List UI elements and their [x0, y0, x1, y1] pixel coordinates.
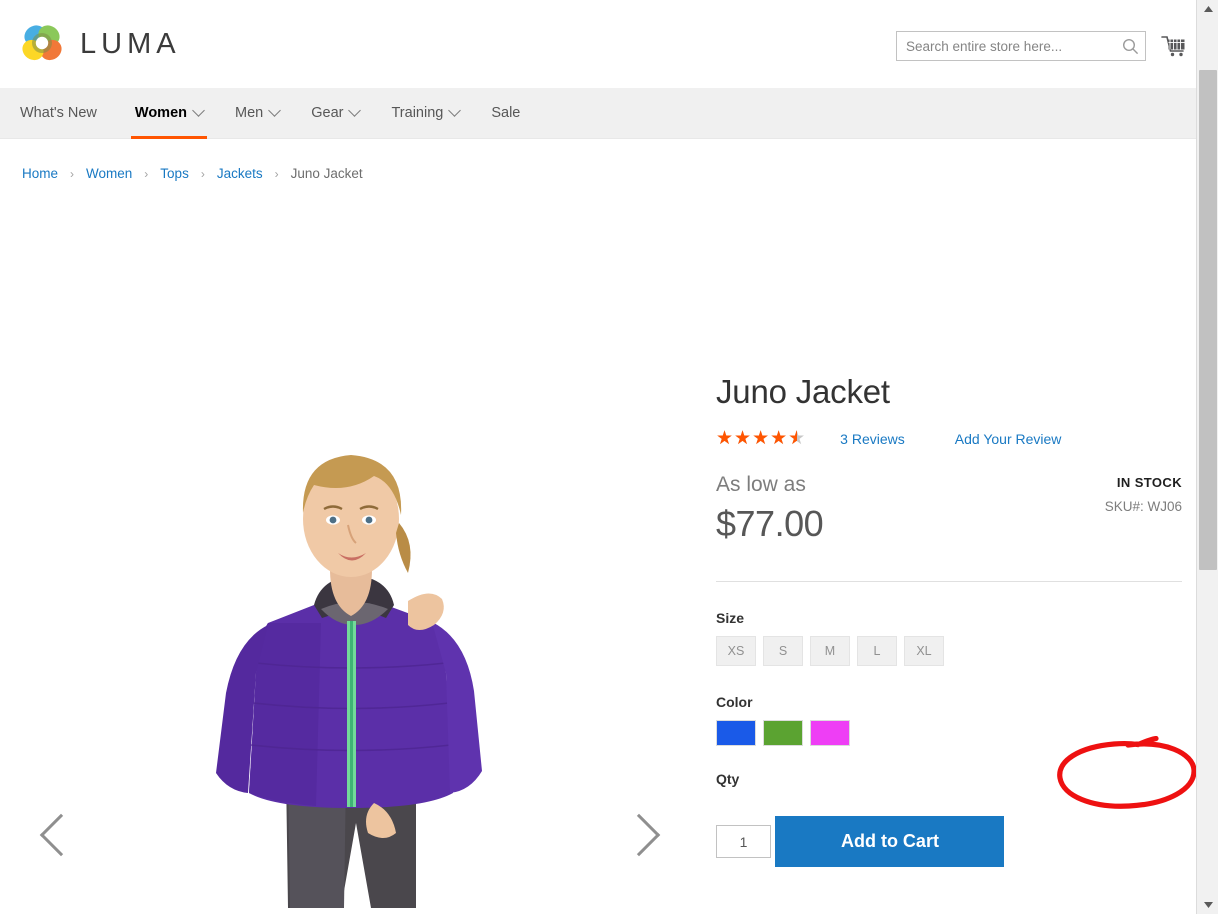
- breadcrumb-item-current: Juno Jacket: [290, 166, 363, 181]
- page-viewport: LUMA Search entire store here... What's …: [0, 0, 1196, 914]
- add-review-link[interactable]: Add Your Review: [955, 431, 1062, 447]
- nav-label: Training: [391, 105, 444, 121]
- chevron-down-icon: [268, 104, 282, 117]
- rating-row: ★★★★★ ★★★★★ 3 Reviews Add Your Review: [716, 429, 1182, 449]
- chevron-down-icon: [448, 104, 462, 117]
- nav-label: Gear: [311, 105, 344, 121]
- chevron-left-icon: [39, 813, 83, 857]
- product-sku: SKU#: WJ06: [1104, 498, 1182, 514]
- nav-item-training[interactable]: Training: [375, 88, 475, 139]
- nav-label: Men: [235, 105, 264, 121]
- product-info: Juno Jacket ★★★★★ ★★★★★ 3 Reviews Add Yo…: [716, 373, 1182, 914]
- star-rating[interactable]: ★★★★★ ★★★★★: [716, 429, 806, 449]
- search-input[interactable]: [897, 38, 1115, 54]
- breadcrumb-item-tops[interactable]: Tops: [160, 166, 189, 181]
- nav-label: What's New: [20, 105, 97, 121]
- nav-item-whats-new[interactable]: What's New: [20, 88, 119, 139]
- size-swatch-xl[interactable]: XL: [904, 635, 944, 666]
- breadcrumb-item-home[interactable]: Home: [22, 166, 58, 181]
- size-swatch-list: XS S M L XL: [716, 635, 1182, 666]
- color-swatch-list: [716, 719, 1182, 746]
- chevron-down-icon: [192, 104, 205, 117]
- vertical-scrollbar[interactable]: [1196, 0, 1218, 914]
- luma-flower-logo-icon: [22, 25, 62, 61]
- qty-label: Qty: [716, 770, 740, 787]
- nav-label: Women: [134, 105, 188, 121]
- quantity-stepper[interactable]: [716, 825, 771, 859]
- size-swatch-xs[interactable]: XS: [716, 635, 756, 666]
- chevron-down-icon: [348, 104, 362, 117]
- main-navigation: What's New Women Men Gear Training Sale: [0, 88, 1196, 139]
- search-icon[interactable]: [1115, 32, 1145, 60]
- product-page: LUMA Search entire store here... What's …: [0, 0, 1218, 914]
- site-logo[interactable]: LUMA: [20, 22, 181, 66]
- gallery-stage[interactable]: [0, 373, 700, 908]
- gallery-prev-button[interactable]: [39, 807, 83, 865]
- page-title: Juno Jacket: [716, 373, 890, 410]
- shopping-cart-icon[interactable]: [1158, 32, 1188, 62]
- breadcrumb-separator: ›: [70, 166, 75, 181]
- status-badge: IN STOCK: [1116, 474, 1182, 490]
- divider: [716, 580, 1182, 582]
- size-swatch-l[interactable]: L: [857, 635, 897, 666]
- nav-item-sale[interactable]: Sale: [475, 88, 536, 139]
- size-swatch-m[interactable]: M: [810, 635, 850, 666]
- breadcrumb-item-women[interactable]: Women: [86, 166, 132, 181]
- stock-block: IN STOCK SKU#: WJ06: [1105, 475, 1182, 514]
- nav-item-women[interactable]: Women: [119, 88, 219, 139]
- scroll-up-arrow-icon: [1203, 6, 1213, 12]
- chevron-right-icon: [617, 813, 661, 857]
- color-swatch-purple[interactable]: [810, 719, 850, 746]
- breadcrumb: Home › Women › Tops › Jackets › Juno Jac…: [0, 139, 1196, 181]
- stars-filled: ★★★★★: [716, 428, 797, 448]
- nav-item-men[interactable]: Men: [219, 88, 295, 139]
- breadcrumb-separator: ›: [274, 166, 279, 181]
- nav-item-gear[interactable]: Gear: [295, 88, 375, 139]
- product-main-image[interactable]: [116, 373, 586, 908]
- breadcrumb-separator: ›: [200, 166, 205, 181]
- add-to-cart-button[interactable]: Add to Cart: [775, 815, 1005, 867]
- reviews-count-link[interactable]: 3 Reviews: [840, 431, 905, 447]
- product-gallery: Juno Jacket: [0, 373, 700, 908]
- color-label: Color: [716, 693, 753, 710]
- scrollbar-down-button[interactable]: [1197, 896, 1218, 914]
- scrollbar-up-button[interactable]: [1197, 0, 1218, 18]
- scroll-down-arrow-icon: [1203, 902, 1213, 908]
- price-block: As low as $77.00 IN STOCK SKU#: WJ06: [716, 473, 1182, 545]
- logo-text: LUMA: [80, 27, 181, 60]
- scrollbar-thumb[interactable]: [1199, 70, 1217, 570]
- size-swatch-s[interactable]: S: [763, 635, 803, 666]
- color-swatch-blue[interactable]: [716, 719, 756, 746]
- search-box[interactable]: [896, 31, 1146, 61]
- size-label: Size: [716, 609, 745, 626]
- nav-label: Sale: [491, 105, 521, 121]
- breadcrumb-separator: ›: [144, 166, 149, 181]
- site-header: LUMA: [0, 0, 1196, 88]
- breadcrumb-item-jackets[interactable]: Jackets: [217, 166, 263, 181]
- gallery-next-button[interactable]: [617, 807, 661, 865]
- color-swatch-green[interactable]: [763, 719, 803, 746]
